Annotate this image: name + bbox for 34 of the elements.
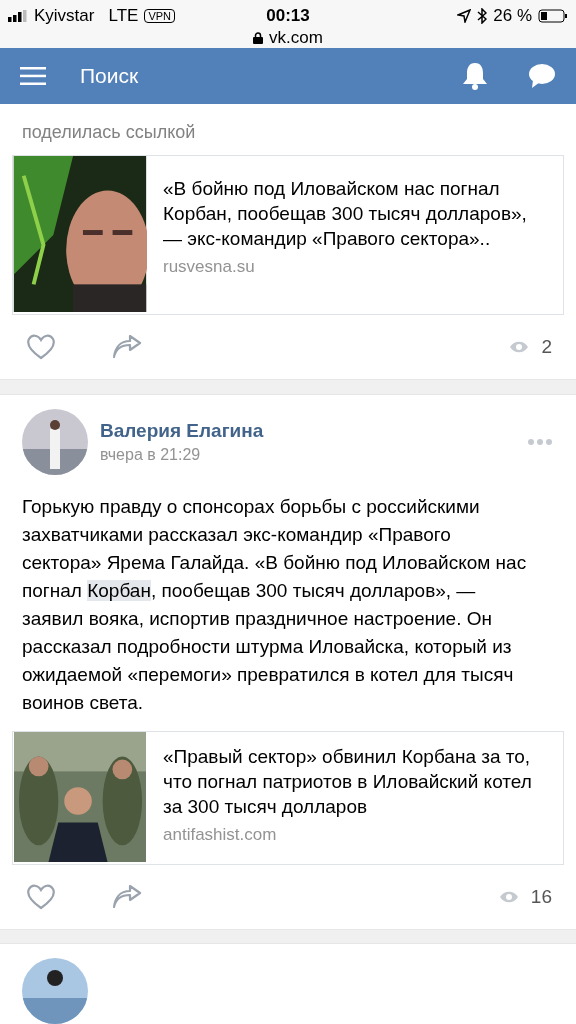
- post-text: Горькую правду о спонсорах борьбы с российскими захватчиками рассказал экс-командир «Правого сектора» Ярема Галайда. «В бойню под Иловайском нас погнал Корбан, пообещав 300 тысяч долларов», — заявил вояка, испортив праздничное настроение. Он рассказал подробности штурма Иловайска, который из ожидаемой «перемоги» превратился в котел для тысяч воинов света.: [21, 494, 528, 715]
- more-button[interactable]: [528, 438, 552, 445]
- link-card[interactable]: «Правый сектор» обвинил Корбана за то, что погнал патриотов в Иловайский котел за 300 тысяч долларов antifashist.com: [12, 730, 564, 865]
- vpn-badge: VPN: [144, 9, 175, 23]
- post-time: вчера в 21:29: [100, 445, 202, 464]
- view-count: 2: [541, 336, 552, 359]
- notifications-button[interactable]: [462, 62, 488, 91]
- lock-icon: [253, 32, 264, 44]
- link-title: «В бойню под Иловайском нас погнал Корбан, пообещав 300 тысяч долларов», — экс-командир «Правого сектора»..: [163, 177, 528, 252]
- battery-percent: 26 %: [493, 6, 532, 26]
- battery-icon: [538, 9, 568, 23]
- eye-icon: [498, 889, 519, 904]
- carrier-name: Kyivstar: [34, 6, 95, 26]
- header-title: Поиск: [80, 64, 140, 89]
- link-title: «Правый сектор» обвинил Корбана за то, что погнал патриотов в Иловайский котел за 300 тысяч долларов: [163, 744, 533, 819]
- eye-icon: [509, 340, 530, 355]
- signal-icon: [8, 10, 28, 22]
- menu-button[interactable]: [20, 67, 46, 86]
- view-count: 16: [530, 885, 552, 908]
- network-type: LTE: [108, 6, 139, 26]
- bluetooth-icon: [477, 8, 488, 24]
- post-action-text: поделилась ссылкой: [21, 121, 197, 145]
- like-button[interactable]: [26, 334, 56, 361]
- messages-button[interactable]: [528, 63, 556, 90]
- page-url[interactable]: vk.com: [269, 28, 323, 48]
- link-domain: antifashist.com: [163, 824, 278, 845]
- like-button[interactable]: [26, 883, 56, 910]
- author-name[interactable]: Валерия Елагина: [100, 419, 516, 442]
- link-domain: rusvesna.su: [163, 257, 256, 278]
- clock: 00:13: [266, 6, 310, 26]
- share-button[interactable]: [112, 884, 142, 909]
- share-button[interactable]: [112, 335, 142, 360]
- link-card[interactable]: «В бойню под Иловайском нас погнал Корбан, пообещав 300 тысяч долларов», — экс-командир «Правого сектора».. rusvesna.su: [12, 155, 564, 316]
- location-icon: [457, 9, 472, 23]
